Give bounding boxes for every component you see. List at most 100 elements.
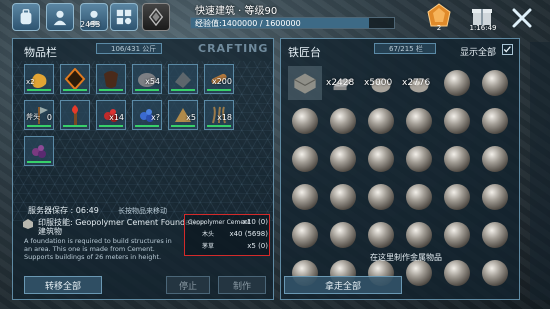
move-hint: 长按物品来移动 bbox=[118, 207, 167, 215]
durability-bar bbox=[171, 125, 195, 127]
smithy-slot[interactable]: x5000 bbox=[364, 66, 398, 100]
inventory-slot[interactable]: x5 bbox=[168, 100, 198, 130]
slot-quantity: x5000 bbox=[364, 78, 393, 88]
cannonball-icon[interactable] bbox=[330, 222, 356, 248]
cost-row: 木头 x40 (5698) bbox=[188, 229, 268, 240]
slot-quantity: x? bbox=[151, 113, 160, 122]
time-display: 1:16:49 bbox=[469, 24, 497, 32]
inventory-slot[interactable] bbox=[168, 64, 198, 94]
cannonball-icon[interactable] bbox=[406, 108, 432, 134]
inventory-slot[interactable]: x18 bbox=[204, 100, 234, 130]
cannonball-icon[interactable] bbox=[368, 184, 394, 210]
cannonball-icon[interactable] bbox=[444, 260, 470, 286]
cannonball-icon[interactable] bbox=[444, 222, 470, 248]
smithy-slot[interactable] bbox=[478, 66, 512, 100]
inventory-slot[interactable] bbox=[96, 64, 126, 94]
slot-label: 斧头 bbox=[26, 113, 40, 121]
foundation-icon bbox=[294, 73, 316, 94]
inventory-slot[interactable] bbox=[60, 100, 90, 130]
cannonball-icon[interactable] bbox=[444, 146, 470, 172]
smithy-slot[interactable]: x2776 bbox=[402, 66, 436, 100]
cannonball-icon[interactable] bbox=[406, 184, 432, 210]
cannonball-icon[interactable] bbox=[444, 184, 470, 210]
slot-quantity: x2776 bbox=[402, 78, 431, 88]
durability-bar bbox=[27, 125, 51, 127]
slot-quantity: x2428 bbox=[326, 78, 355, 88]
durability-bar bbox=[63, 89, 87, 91]
cannonball-icon[interactable] bbox=[444, 108, 470, 134]
inventory-title: 物品栏 bbox=[24, 46, 57, 59]
durability-bar bbox=[135, 125, 159, 127]
show-all-checkbox[interactable] bbox=[502, 44, 513, 55]
engram-icon[interactable] bbox=[110, 3, 138, 31]
durability-bar bbox=[171, 89, 195, 91]
inventory-slot[interactable]: x200 bbox=[204, 64, 234, 94]
durability-bar bbox=[207, 89, 231, 91]
smithy-footer: 在这里制作金属物品 bbox=[370, 253, 442, 262]
slot-quantity: x2 bbox=[26, 78, 35, 86]
cannonball-icon[interactable] bbox=[330, 146, 356, 172]
durability-bar bbox=[27, 161, 51, 163]
inventory-slot[interactable]: x2 bbox=[24, 64, 54, 94]
xp-bar: 经验值:1400000 / 1600000 bbox=[190, 17, 395, 29]
durability-bar bbox=[99, 125, 123, 127]
checkmark-icon bbox=[503, 46, 511, 53]
xp-text: 经验值:1400000 / 1600000 bbox=[195, 19, 301, 28]
craft-button[interactable]: 制作 bbox=[218, 276, 266, 294]
inventory-slot[interactable]: 0 斧头 bbox=[24, 100, 54, 130]
cannonball-icon[interactable] bbox=[482, 222, 508, 248]
inventory-slot[interactable] bbox=[60, 64, 90, 94]
inventory-slot[interactable] bbox=[24, 136, 54, 166]
cannonball-icon bbox=[444, 70, 470, 96]
cannonball-icon[interactable] bbox=[292, 146, 318, 172]
durability-bar bbox=[63, 125, 87, 127]
cannonball-icon[interactable] bbox=[406, 146, 432, 172]
cannonball-icon[interactable] bbox=[330, 184, 356, 210]
cost-label: 茅草 bbox=[202, 243, 215, 250]
cannonball-icon[interactable] bbox=[368, 146, 394, 172]
cannonball-icon[interactable] bbox=[406, 222, 432, 248]
crafting-tab[interactable]: CRAFTING bbox=[198, 42, 268, 55]
character-icon[interactable] bbox=[46, 3, 74, 31]
cannonball-icon[interactable] bbox=[368, 108, 394, 134]
cannonball-icon[interactable] bbox=[482, 184, 508, 210]
ark-logo-icon[interactable] bbox=[142, 3, 170, 31]
stop-button[interactable]: 停止 bbox=[166, 276, 210, 294]
backpack-icon[interactable] bbox=[12, 3, 40, 31]
take-all-button[interactable]: 拿走全部 bbox=[284, 276, 402, 294]
torch-icon bbox=[72, 105, 78, 125]
cannonball-icon[interactable] bbox=[292, 108, 318, 134]
durability-bar bbox=[207, 125, 231, 127]
oil-icon bbox=[64, 68, 86, 90]
inventory-slot[interactable]: x? bbox=[132, 100, 162, 130]
durability-bar bbox=[135, 89, 159, 91]
smithy-slot[interactable] bbox=[440, 66, 474, 100]
smithy-slot[interactable]: x2428 bbox=[326, 66, 360, 100]
cost-label: 木头 bbox=[202, 231, 215, 238]
durability-bar bbox=[27, 89, 51, 91]
transfer-all-button[interactable]: 转移全部 bbox=[24, 276, 102, 294]
capacity-badge: 67/215 栏 bbox=[374, 43, 436, 54]
cannonball-icon[interactable] bbox=[292, 222, 318, 248]
smithy-title: 铁匠台 bbox=[288, 46, 321, 59]
slot-quantity: 0 bbox=[46, 113, 52, 122]
show-all-label: 显示全部 bbox=[460, 48, 497, 58]
close-icon[interactable] bbox=[510, 6, 534, 30]
inventory-slot[interactable]: x54 bbox=[132, 64, 162, 94]
cannonball-icon[interactable] bbox=[330, 108, 356, 134]
smithy-slot[interactable] bbox=[288, 66, 322, 100]
cannonball-icon[interactable] bbox=[292, 184, 318, 210]
cannonball-icon[interactable] bbox=[482, 260, 508, 286]
cannonball-icon[interactable] bbox=[368, 222, 394, 248]
cannonball-icon[interactable] bbox=[406, 260, 432, 286]
slot-quantity: x5 bbox=[186, 113, 196, 122]
weight-badge: 106/431 公斤 bbox=[96, 43, 162, 54]
cost-value: x5 (0) bbox=[247, 242, 268, 250]
hide-icon bbox=[104, 71, 118, 88]
inventory-slot[interactable]: x14 bbox=[96, 100, 126, 130]
server-save: 服务器保存 : 06:49 bbox=[28, 206, 99, 215]
foundation-icon bbox=[23, 219, 33, 229]
right-edge-scroll[interactable] bbox=[530, 42, 550, 300]
cannonball-icon[interactable] bbox=[482, 146, 508, 172]
cannonball-icon[interactable] bbox=[482, 108, 508, 134]
